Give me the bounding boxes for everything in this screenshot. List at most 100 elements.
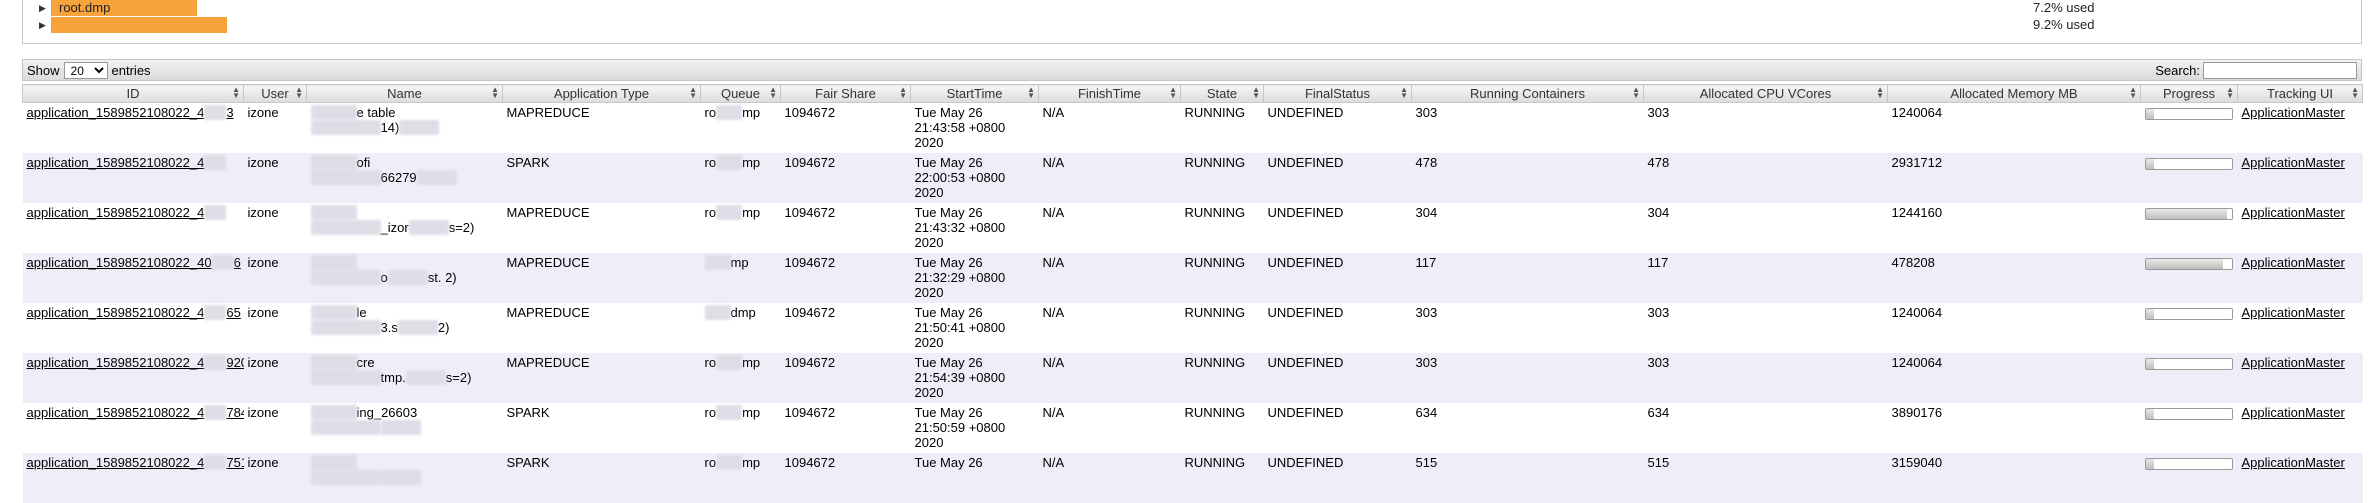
application-id-suffix[interactable]: 751: [226, 455, 243, 470]
cell-finish-time: N/A: [1039, 203, 1181, 253]
column-header-progress[interactable]: Progress▲▼: [2141, 85, 2238, 103]
cell-finish-time: N/A: [1039, 103, 1181, 154]
application-master-link[interactable]: ApplicationMaster: [2242, 305, 2345, 320]
cell-start-time: Tue May 2621:43:58 +08002020: [911, 103, 1039, 154]
application-master-link[interactable]: ApplicationMaster: [2242, 355, 2345, 370]
queue-text: ro: [705, 105, 717, 120]
table-row: application_1589852108022_43 izone e tab…: [23, 103, 2363, 154]
application-master-link[interactable]: ApplicationMaster: [2242, 255, 2345, 270]
cell-id: application_1589852108022_4: [23, 153, 244, 203]
application-id-link[interactable]: application_1589852108022_4: [27, 405, 205, 420]
queue-text: ro: [705, 355, 717, 370]
application-id-suffix[interactable]: 784: [226, 405, 243, 420]
cell-final-status: UNDEFINED: [1264, 253, 1412, 303]
sort-icon: ▲▼: [1400, 87, 1408, 99]
column-header-running-containers[interactable]: Running Containers▲▼: [1412, 85, 1644, 103]
queue-usage-bar[interactable]: root.dmp: [51, 0, 197, 16]
column-header-allocated-memory[interactable]: Allocated Memory MB▲▼: [1888, 85, 2141, 103]
application-id-suffix[interactable]: 65: [226, 305, 240, 320]
cell-progress: [2141, 303, 2238, 353]
progress-fill: [2146, 459, 2155, 469]
redacted-text: [212, 255, 234, 270]
cell-fair-share: 1094672: [781, 253, 911, 303]
column-header-finish-time[interactable]: FinishTime▲▼: [1039, 85, 1181, 103]
name-text: ofi: [357, 155, 371, 170]
name-text: st. 2): [428, 270, 457, 285]
cell-tracking-ui: ApplicationMaster: [2238, 303, 2363, 353]
progress-bar: [2145, 258, 2233, 270]
column-header-final-status[interactable]: FinalStatus▲▼: [1264, 85, 1412, 103]
name-text: s=2): [446, 370, 472, 385]
application-master-link[interactable]: ApplicationMaster: [2242, 105, 2345, 120]
column-header-user[interactable]: User▲▼: [244, 85, 307, 103]
sort-icon: ▲▼: [689, 87, 697, 99]
expand-triangle-icon[interactable]: ▶: [39, 20, 51, 31]
cell-running-containers: 117: [1412, 253, 1644, 303]
cell-queue: mp: [701, 253, 781, 303]
queue-usage-bar[interactable]: [51, 17, 227, 33]
name-text: le: [357, 305, 367, 320]
application-master-link[interactable]: ApplicationMaster: [2242, 405, 2345, 420]
search-control: Search:: [2155, 62, 2357, 79]
application-master-link[interactable]: ApplicationMaster: [2242, 155, 2345, 170]
column-header-queue[interactable]: Queue▲▼: [701, 85, 781, 103]
entries-select[interactable]: 20: [64, 62, 108, 79]
application-id-link[interactable]: application_1589852108022_4: [27, 305, 205, 320]
cell-state: RUNNING: [1181, 103, 1264, 154]
progress-fill: [2146, 309, 2155, 319]
column-header-name[interactable]: Name▲▼: [307, 85, 503, 103]
column-header-state[interactable]: State▲▼: [1181, 85, 1264, 103]
column-header-start-time[interactable]: StartTime▲▼: [911, 85, 1039, 103]
application-id-link[interactable]: application_1589852108022_40: [27, 255, 212, 270]
application-id-link[interactable]: application_1589852108022_4: [27, 155, 205, 170]
redacted-text: [204, 355, 226, 370]
cell-fair-share: 1094672: [781, 153, 911, 203]
expand-triangle-icon[interactable]: ▶: [39, 3, 51, 14]
cell-tracking-ui: ApplicationMaster: [2238, 103, 2363, 154]
column-header-id[interactable]: ID▲▼: [23, 85, 244, 103]
table-row: application_1589852108022_4920 izone cre…: [23, 353, 2363, 403]
redacted-text: [311, 105, 357, 120]
cell-running-containers: 634: [1412, 403, 1644, 453]
application-master-link[interactable]: ApplicationMaster: [2242, 205, 2345, 220]
search-input[interactable]: [2203, 62, 2357, 79]
cell-user: izone: [244, 303, 307, 353]
queue-used-label: 7.2% used: [2033, 0, 2094, 15]
redacted-text: [311, 120, 381, 135]
application-id-suffix[interactable]: 3: [226, 105, 233, 120]
cell-name: cretmp.s=2): [307, 353, 503, 403]
application-id-link[interactable]: application_1589852108022_4: [27, 105, 205, 120]
column-header-application-type[interactable]: Application Type▲▼: [503, 85, 701, 103]
name-text: _izor: [381, 220, 409, 235]
redacted-text: [204, 305, 226, 320]
cell-id: application_1589852108022_4 751: [23, 453, 244, 503]
cell-id: application_1589852108022_40 6: [23, 253, 244, 303]
column-header-tracking-ui[interactable]: Tracking UI▲▼: [2238, 85, 2363, 103]
application-id-suffix[interactable]: 920: [226, 355, 243, 370]
cell-queue: romp: [701, 203, 781, 253]
application-master-link[interactable]: ApplicationMaster: [2242, 455, 2345, 470]
queue-row[interactable]: ▶: [39, 17, 227, 33]
cell-allocated-vcores: 117: [1644, 253, 1888, 303]
cell-final-status: UNDEFINED: [1264, 453, 1412, 503]
column-header-fair-share[interactable]: Fair Share▲▼: [781, 85, 911, 103]
column-header-allocated-cpu-vcores[interactable]: Allocated CPU VCores▲▼: [1644, 85, 1888, 103]
queue-text: mp: [742, 105, 760, 120]
progress-fill: [2146, 109, 2155, 119]
redacted-text: [381, 420, 421, 435]
queue-used-label: 9.2% used: [2033, 17, 2094, 32]
queue-row[interactable]: ▶ root.dmp: [39, 0, 197, 16]
redacted-text: [311, 320, 381, 335]
application-id-link[interactable]: application_1589852108022_4: [27, 455, 205, 470]
table-row: application_1589852108022_4 izone ofi662…: [23, 153, 2363, 203]
name-text: cre: [357, 355, 375, 370]
application-id-link[interactable]: application_1589852108022_4: [27, 355, 205, 370]
application-id-link[interactable]: application_1589852108022_4: [27, 205, 205, 220]
cell-name: ofi66279: [307, 153, 503, 203]
table-row: application_1589852108022_4751 izone SPA…: [23, 453, 2363, 503]
cell-progress: [2141, 203, 2238, 253]
queue-text: ro: [705, 205, 717, 220]
cell-final-status: UNDEFINED: [1264, 353, 1412, 403]
application-id-suffix[interactable]: 6: [234, 255, 241, 270]
cell-start-time: Tue May 2622:00:53 +08002020: [911, 153, 1039, 203]
